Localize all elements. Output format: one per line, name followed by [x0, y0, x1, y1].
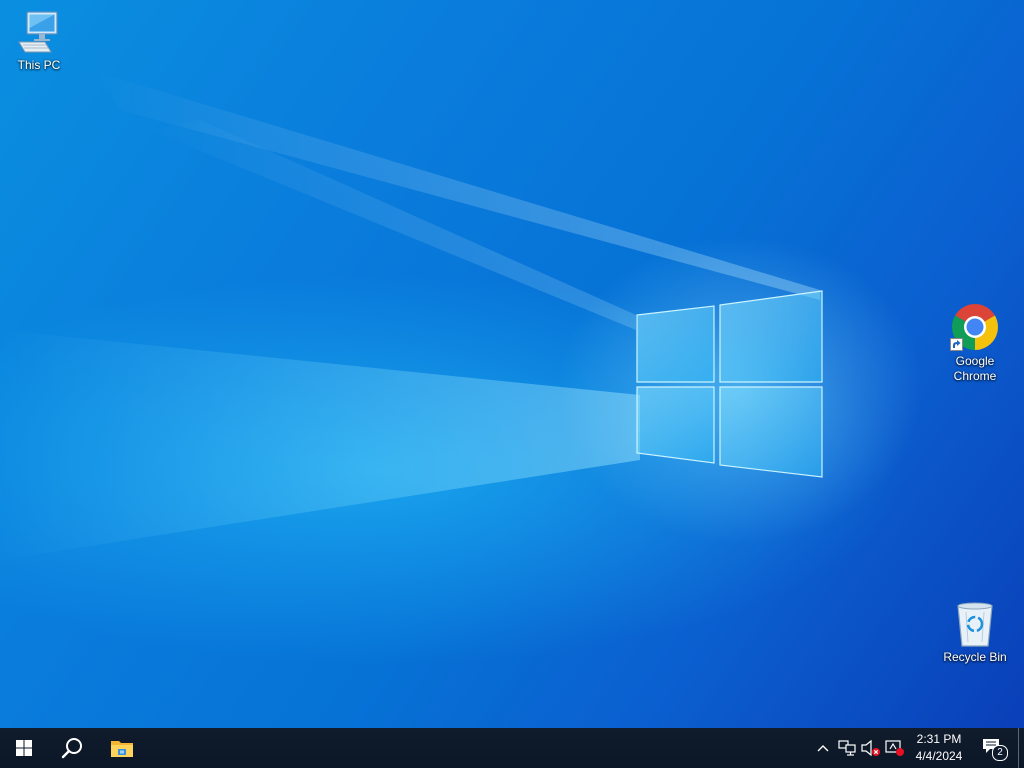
- recycle-bin-icon: [957, 602, 993, 647]
- this-pc-shortcut[interactable]: This PC: [1, 8, 77, 73]
- recycle-bin-label: Recycle Bin: [943, 650, 1007, 664]
- search-button[interactable]: [48, 728, 96, 768]
- recycle-bin-shortcut[interactable]: Recycle Bin: [937, 600, 1013, 665]
- wallpaper-windows-logo: [636, 290, 823, 478]
- desktop-background[interactable]: This PC Google Chrome Recycle Bin: [0, 0, 1024, 728]
- clock-time: 2:31 PM: [916, 732, 962, 746]
- action-center-button[interactable]: 2: [978, 728, 1008, 768]
- network-icon: [838, 740, 856, 756]
- volume-tray-button[interactable]: [860, 728, 882, 768]
- google-chrome-shortcut[interactable]: Google Chrome: [937, 302, 1013, 384]
- windows-logo-icon: [16, 740, 32, 756]
- clock-date: 4/4/2024: [915, 749, 963, 763]
- notification-count-badge: 2: [992, 745, 1008, 761]
- taskbar: 2:31 PM 4/4/2024 2: [0, 728, 1024, 768]
- wallpaper-light-beams: [0, 70, 820, 560]
- shortcut-arrow-icon: [950, 338, 963, 351]
- notification-alert-tray-button[interactable]: [884, 728, 906, 768]
- show-hidden-icons-button[interactable]: [813, 728, 833, 768]
- google-chrome-label: Google Chrome: [953, 354, 997, 383]
- this-pc-label: This PC: [17, 58, 61, 72]
- file-explorer-icon: [111, 741, 133, 757]
- this-pc-icon: [18, 11, 58, 53]
- search-icon: [61, 738, 82, 759]
- show-desktop-button[interactable]: [1018, 728, 1024, 768]
- file-explorer-taskbar-button[interactable]: [98, 728, 146, 768]
- start-button[interactable]: [0, 728, 48, 768]
- volume-muted-icon: [861, 740, 880, 756]
- notification-alert-icon: [885, 740, 904, 756]
- chevron-up-icon: [817, 745, 829, 752]
- taskbar-clock[interactable]: 2:31 PM 4/4/2024: [904, 731, 974, 765]
- network-tray-button[interactable]: [836, 728, 858, 768]
